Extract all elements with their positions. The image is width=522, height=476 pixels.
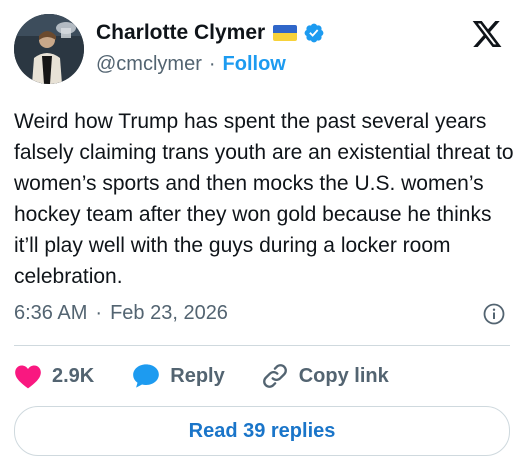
- read-replies-label: Read 39 replies: [188, 419, 336, 442]
- author-handle-row: @cmclymer · Follow: [96, 50, 286, 78]
- info-icon[interactable]: [482, 302, 506, 326]
- author-name-row: Charlotte Clymer: [96, 18, 325, 48]
- author-handle[interactable]: @cmclymer: [96, 53, 202, 76]
- tweet-card: Charlotte Clymer @cmclymer · Follow Weir…: [0, 0, 522, 476]
- x-logo-icon[interactable]: [470, 18, 504, 50]
- verified-badge-icon: [304, 23, 324, 43]
- author-display-name[interactable]: Charlotte Clymer: [96, 21, 265, 45]
- tweet-timestamp[interactable]: 6:36 AM · Feb 23, 2026: [14, 298, 228, 328]
- divider: [14, 345, 510, 346]
- tweet-text: Weird how Trump has spent the past sever…: [14, 110, 514, 288]
- ukraine-flag-icon: [273, 25, 298, 41]
- timestamp-separator: ·: [95, 301, 103, 324]
- heart-icon: [15, 365, 41, 389]
- copy-link-label: Copy link: [298, 364, 389, 387]
- reply-button[interactable]: Reply: [132, 363, 260, 389]
- link-icon: [262, 364, 287, 388]
- avatar[interactable]: [14, 14, 84, 84]
- like-count: 2.9K: [52, 364, 95, 387]
- handle-separator: ·: [208, 52, 216, 75]
- reply-bubble-icon: [133, 364, 160, 388]
- tweet-time: 6:36 AM: [14, 301, 88, 324]
- read-replies-button[interactable]: Read 39 replies: [14, 406, 510, 456]
- tweet-date: Feb 23, 2026: [110, 301, 228, 324]
- reply-label: Reply: [170, 364, 225, 387]
- like-button[interactable]: 2.9K: [14, 363, 132, 389]
- copy-link-button[interactable]: Copy link: [261, 362, 389, 390]
- action-bar: 2.9K Reply Copy link: [14, 360, 389, 392]
- follow-button[interactable]: Follow: [223, 53, 286, 76]
